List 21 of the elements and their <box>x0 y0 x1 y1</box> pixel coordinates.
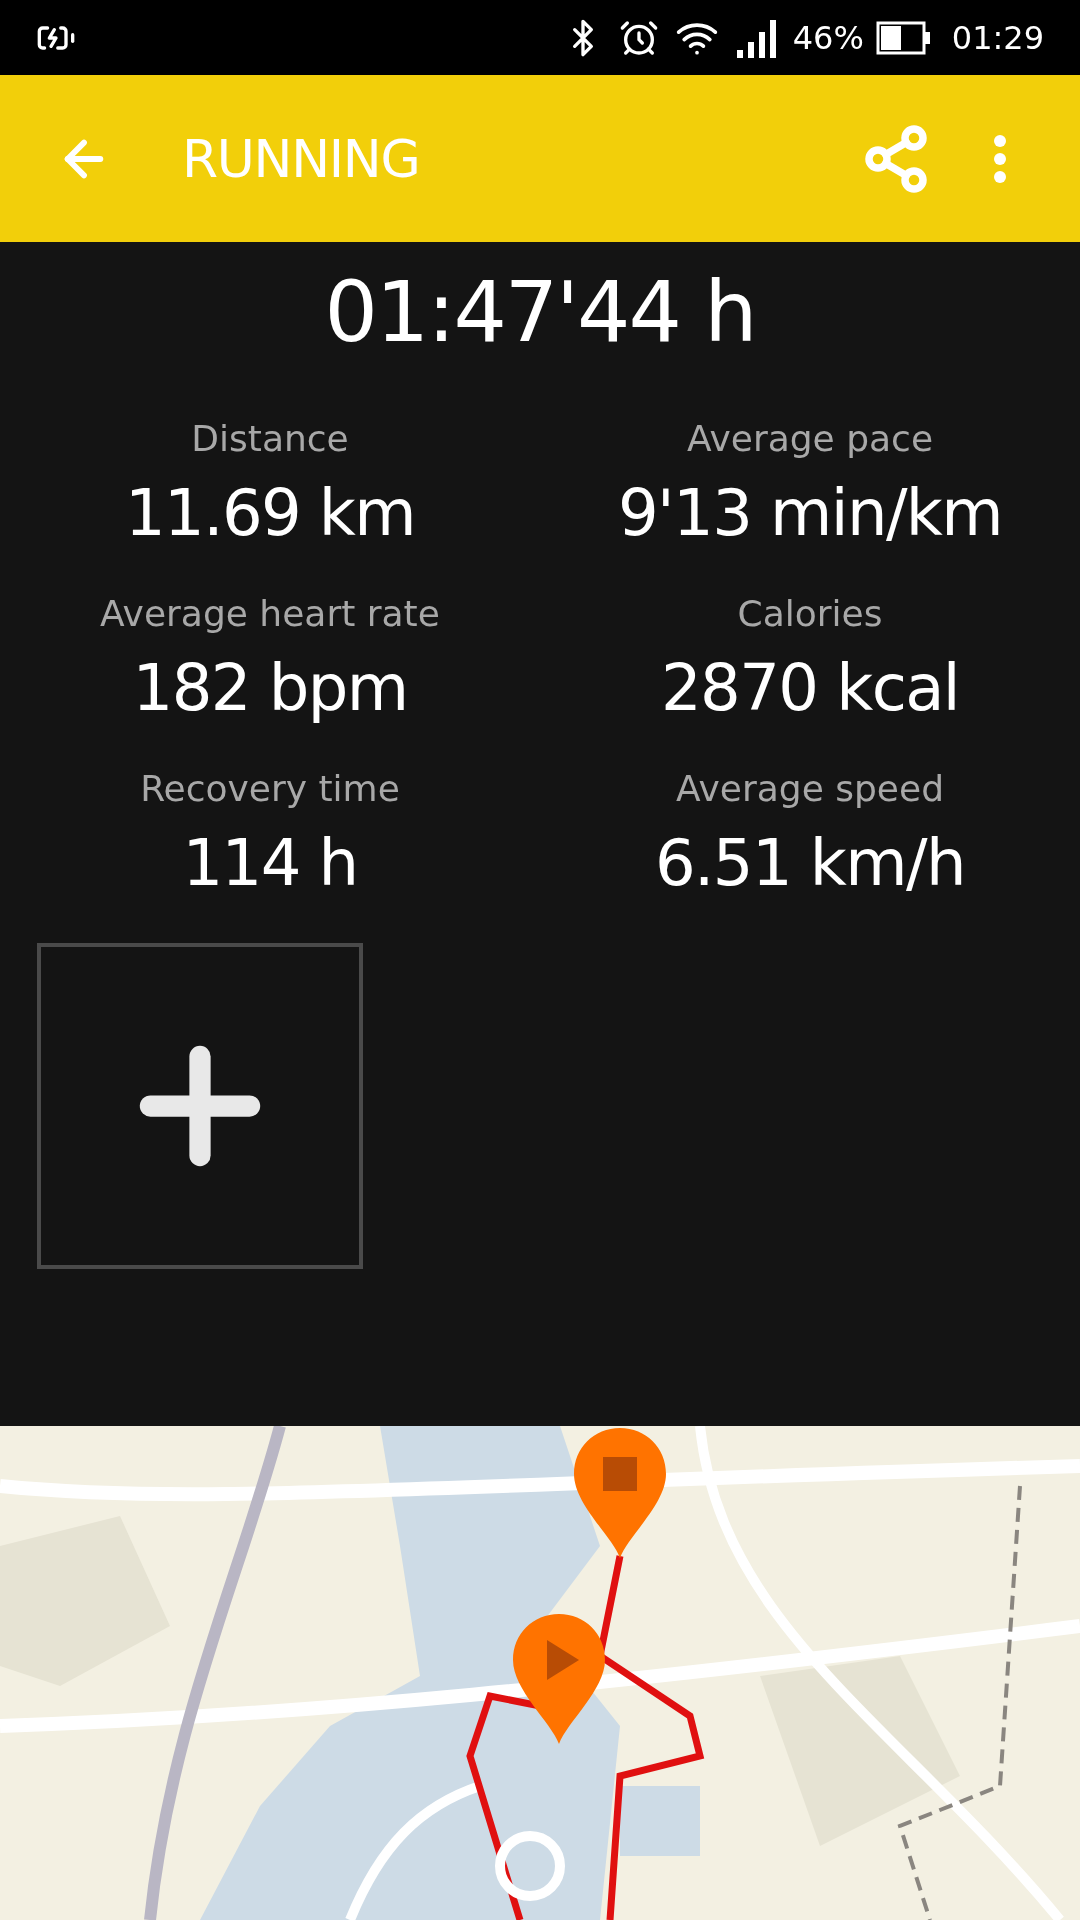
battery-icon <box>875 20 932 55</box>
clock-time: 01:29 <box>951 17 1044 59</box>
stat-value: 2870 kcal <box>660 650 960 727</box>
stat-value: 9'13 min/km <box>617 475 1003 552</box>
more-options-icon <box>993 133 1007 184</box>
stat-label: Average pace <box>686 417 934 461</box>
stat-value: 182 bpm <box>132 650 408 727</box>
stat-label: Calories <box>737 592 883 636</box>
stat-label: Average heart rate <box>100 592 440 636</box>
stat-label: Average speed <box>676 767 944 811</box>
screen-title: RUNNING <box>182 127 420 191</box>
stat-value: 6.51 km/h <box>655 825 965 902</box>
stat-label: Distance <box>191 417 349 461</box>
battery-percent: 46% <box>792 17 864 59</box>
stat-value: 114 h <box>182 825 358 902</box>
stop-pin-icon <box>572 1426 668 1560</box>
start-pin-icon <box>511 1612 607 1746</box>
add-widget-button[interactable] <box>37 943 363 1269</box>
duration-value: 01:47'44 h <box>324 262 756 363</box>
stat-label: Recovery time <box>140 767 400 811</box>
stat-value: 11.69 km <box>124 475 416 552</box>
